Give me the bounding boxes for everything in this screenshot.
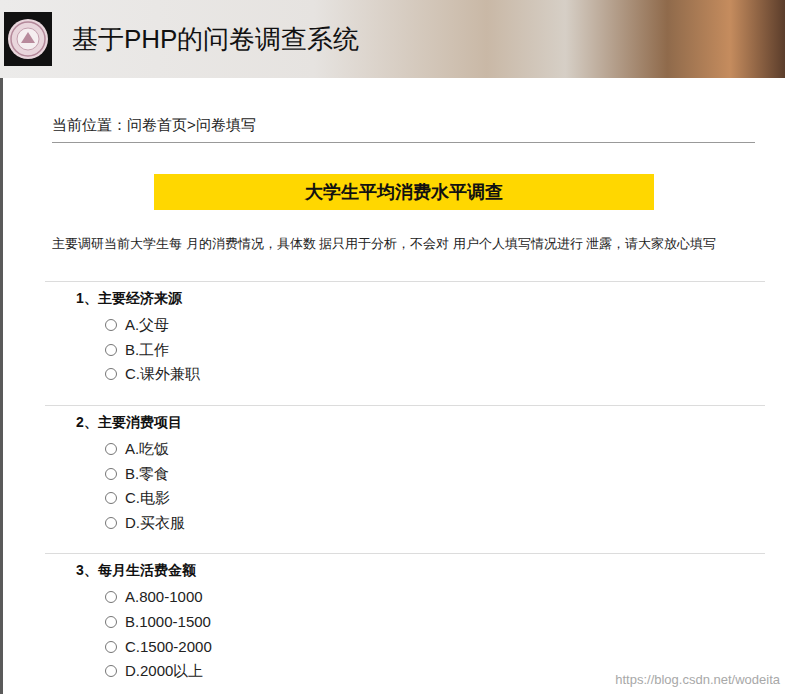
option-label: C.电影 <box>125 488 170 508</box>
question-title: 3、每月生活费金额 <box>45 560 765 580</box>
radio-button[interactable] <box>105 468 117 480</box>
radio-button[interactable] <box>105 492 117 504</box>
radio-option[interactable]: A.800-1000 <box>45 585 765 610</box>
option-label: A.吃饭 <box>125 439 169 459</box>
breadcrumb-path[interactable]: 问卷首页>问卷填写 <box>127 116 256 133</box>
radio-button[interactable] <box>105 665 117 677</box>
survey-description: 主要调研当前大学生每 月的消费情况，具体数 据只用于分析，不会对 用户个人填写情… <box>52 234 785 254</box>
radio-option[interactable]: D.买衣服 <box>45 511 765 536</box>
breadcrumb: 当前位置：问卷首页>问卷填写 <box>52 78 755 143</box>
content-panel: 当前位置：问卷首页>问卷填写大学生平均消费水平调查主要调研当前大学生每 月的消费… <box>3 78 785 694</box>
radio-button[interactable] <box>105 517 117 529</box>
radio-option[interactable]: C.课外兼职 <box>45 362 765 387</box>
logo-icon <box>4 12 52 66</box>
option-label: B.零食 <box>125 464 169 484</box>
site-title: 基于PHP的问卷调查系统 <box>72 22 359 56</box>
question: 1、主要经济来源 A.父母 B.工作 C.课外兼职 <box>45 281 765 405</box>
option-label: D.买衣服 <box>125 513 185 533</box>
radio-button[interactable] <box>105 591 117 603</box>
radio-option[interactable]: B.工作 <box>45 338 765 363</box>
radio-button[interactable] <box>105 616 117 628</box>
option-label: C.1500-2000 <box>125 637 212 657</box>
option-label: D.2000以上 <box>125 661 203 681</box>
radio-button[interactable] <box>105 319 117 331</box>
radio-option[interactable]: C.1500-2000 <box>45 634 765 659</box>
header: 基于PHP的问卷调查系统 <box>0 0 785 78</box>
radio-option[interactable]: B.零食 <box>45 461 765 486</box>
option-label: C.课外兼职 <box>125 364 200 384</box>
radio-option[interactable]: A.吃饭 <box>45 437 765 462</box>
breadcrumb-label: 当前位置： <box>52 116 127 133</box>
option-label: A.父母 <box>125 315 169 335</box>
question-title: 2、主要消费项目 <box>45 412 765 432</box>
question-title: 1、主要经济来源 <box>45 288 765 308</box>
survey-title: 大学生平均消费水平调查 <box>154 174 654 210</box>
option-label: A.800-1000 <box>125 587 203 607</box>
radio-option[interactable]: A.父母 <box>45 313 765 338</box>
page: 基于PHP的问卷调查系统当前位置：问卷首页>问卷填写大学生平均消费水平调查主要调… <box>0 0 785 694</box>
radio-button[interactable] <box>105 344 117 356</box>
question-list: 1、主要经济来源 A.父母 B.工作 C.课外兼职 2、主要消费项目 A.吃饭 B.零食 C.… <box>45 281 765 694</box>
question: 2、主要消费项目 A.吃饭 B.零食 C.电影 D.买衣服 <box>45 405 765 553</box>
option-label: B.1000-1500 <box>125 612 211 632</box>
option-label: B.工作 <box>125 340 169 360</box>
radio-button[interactable] <box>105 443 117 455</box>
radio-option[interactable]: B.1000-1500 <box>45 610 765 635</box>
radio-button[interactable] <box>105 368 117 380</box>
radio-button[interactable] <box>105 641 117 653</box>
radio-option[interactable]: C.电影 <box>45 486 765 511</box>
watermark: https://blog.csdn.net/wodeita <box>615 672 780 688</box>
